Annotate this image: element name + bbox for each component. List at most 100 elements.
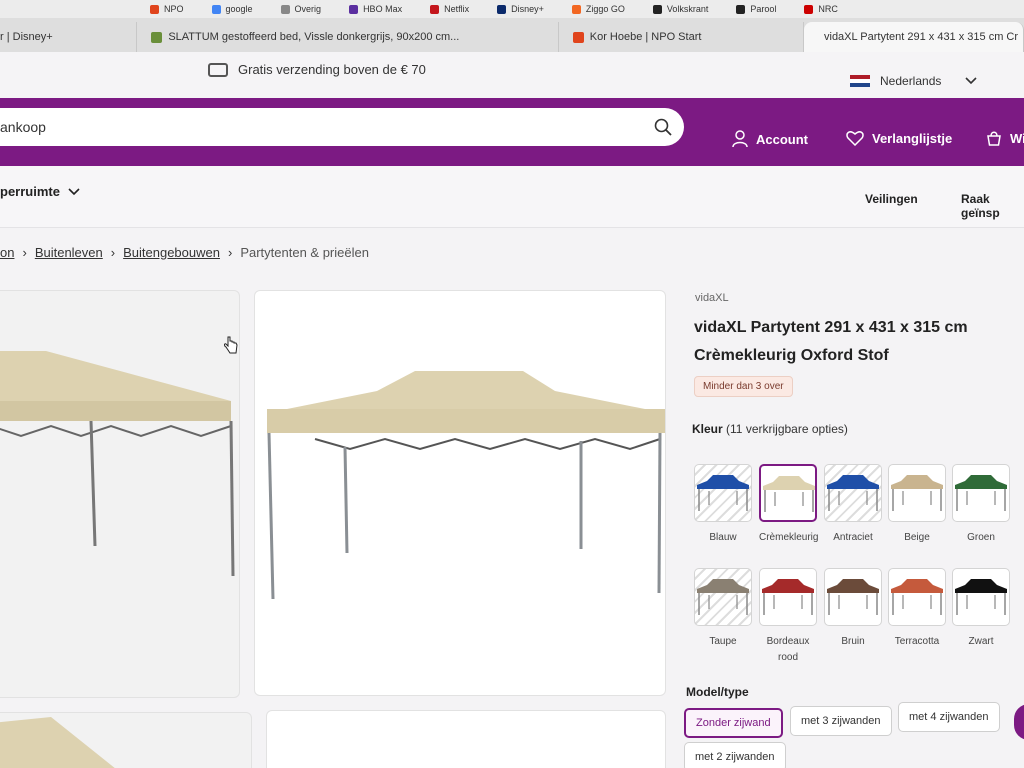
bookmark-label: Netflix (444, 4, 470, 14)
model-option-button[interactable]: met 2 zijwanden (684, 742, 786, 768)
bookmark-item[interactable]: Ziggo GO (571, 4, 625, 14)
bookmark-item[interactable]: Disney+ (497, 4, 544, 14)
bookmark-item[interactable]: Overig (280, 4, 322, 14)
bookmarks-bar: NPO google Overig HBO Max Netflix Disney+ Zigg… (0, 0, 1024, 18)
swatch-image (888, 464, 946, 522)
bookmark-favicon-icon (497, 4, 507, 14)
account-label: Account (756, 131, 808, 147)
tab-title: r | Disney+ (0, 31, 53, 43)
swatch-image (824, 464, 882, 522)
swatch-label: Beige (904, 532, 930, 543)
bookmark-item[interactable]: HBO Max (349, 4, 402, 14)
bookmark-favicon-icon (571, 4, 581, 14)
auctions-link[interactable]: Veilingen (865, 192, 918, 206)
bookmark-item[interactable]: NRC (804, 4, 838, 14)
bookmark-item[interactable]: NPO (150, 4, 184, 14)
bookmark-label: NPO (164, 4, 184, 14)
color-swatch[interactable]: Blauw (694, 464, 752, 546)
tent-image (267, 371, 665, 600)
swatch-image (694, 568, 752, 626)
browser-tab[interactable]: r | Disney+ (0, 22, 138, 52)
truck-icon (208, 62, 228, 77)
swatch-label: Taupe (709, 636, 737, 647)
color-swatch[interactable]: Bordeaux rood (759, 568, 817, 666)
model-option-button[interactable]: met 4 zijwanden (898, 702, 1000, 732)
product-image-thumbnail-2[interactable] (0, 712, 252, 768)
tab-favicon-icon (151, 31, 163, 43)
category-nav: perruimte Veilingen Raak geïnsp (0, 166, 1024, 228)
category-label: perruimte (0, 184, 60, 199)
basket-icon (987, 131, 1001, 146)
inspire-link[interactable]: Raak geïnsp (961, 192, 1024, 220)
swatch-label: Blauw (709, 532, 737, 543)
breadcrumb-link[interactable]: on (0, 245, 14, 260)
heart-icon (846, 131, 864, 146)
bookmark-item[interactable]: Netflix (430, 4, 469, 14)
color-swatch[interactable]: Taupe (694, 568, 752, 650)
search-icon[interactable] (654, 118, 672, 136)
tent-thumbnail-icon (697, 579, 749, 615)
tent-thumbnail-icon (763, 476, 815, 512)
color-heading: Kleur (11 verkrijgbare opties) (692, 422, 848, 436)
breadcrumb-separator: › (227, 245, 233, 260)
bookmark-item[interactable]: Volkskrant (652, 4, 708, 14)
model-option-button[interactable]: Zonder zijwand (684, 708, 783, 738)
product-brand[interactable]: vidaXL (695, 292, 729, 304)
color-swatch[interactable]: Bruin (824, 568, 882, 650)
color-swatch[interactable]: Zwart (952, 568, 1010, 650)
product-image-main[interactable] (254, 290, 666, 696)
tent-thumbnail-icon (891, 579, 943, 615)
dutch-flag-icon (850, 74, 870, 88)
language-selector[interactable]: Nederlands (850, 74, 977, 88)
color-options-count: (11 verkrijgbare opties) (726, 422, 848, 436)
category-menu[interactable]: perruimte (0, 184, 80, 199)
bookmark-favicon-icon (804, 4, 814, 14)
wishlist-link[interactable]: Verlanglijstje (846, 130, 952, 146)
breadcrumb-link[interactable]: Buitenleven (35, 245, 103, 260)
bookmark-favicon-icon (280, 4, 290, 14)
user-icon (732, 130, 748, 148)
chevron-down-icon (965, 77, 977, 85)
product-image-thumbnail[interactable] (0, 290, 240, 698)
color-swatch[interactable]: Crèmekleurig (759, 464, 819, 546)
color-swatch[interactable]: Beige (888, 464, 946, 546)
bookmark-label: Overig (294, 4, 322, 14)
bookmark-label: NRC (818, 4, 838, 14)
model-option-button[interactable]: met 3 zijwanden (790, 706, 892, 736)
wishlist-label: Verlanglijstje (872, 130, 953, 146)
stock-badge: Minder dan 3 over (694, 376, 793, 397)
browser-tab[interactable]: vidaXL Partytent 291 x 431 x 315 cm Cr (804, 22, 1024, 52)
bookmark-item[interactable]: google (211, 4, 253, 14)
bookmark-item[interactable]: Parool (736, 4, 776, 14)
color-swatch[interactable]: Terracotta (888, 568, 946, 650)
breadcrumb-link[interactable]: Buitengebouwen (123, 245, 220, 260)
account-link[interactable]: Account (732, 130, 808, 148)
tab-title: vidaXL Partytent 291 x 431 x 315 cm Cr (824, 31, 1019, 43)
shipping-notice: Gratis verzending boven de € 70 (208, 62, 426, 77)
color-swatch[interactable]: Groen (952, 464, 1010, 546)
color-swatch[interactable]: Antraciet (824, 464, 882, 546)
model-heading: Model/type (686, 685, 749, 699)
main-header: ankoop Account Verlanglijstje Wi (0, 98, 1024, 166)
bookmark-label: HBO Max (363, 4, 403, 14)
bookmark-label: Disney+ (511, 4, 544, 14)
swatch-label: Antraciet (833, 532, 873, 543)
browser-tab[interactable]: SLATTUM gestoffeerd bed, Vissle donkergr… (137, 22, 559, 52)
swatch-label: Crèmekleurig (759, 532, 819, 543)
breadcrumb-current: Partytenten & prieëlen (240, 245, 369, 260)
product-title-line2: Crèmekleurig Oxford Stof (694, 347, 889, 364)
tent-image (0, 351, 235, 577)
cart-link[interactable]: Wi (986, 130, 1024, 146)
breadcrumb-separator: › (110, 245, 116, 260)
breadcrumb: on › Buitenleven › Buitengebouwen › Partytente… (0, 245, 369, 260)
product-image-thumbnail-3[interactable] (266, 710, 666, 768)
browser-tab[interactable]: Kor Hoebe | NPO Start (559, 22, 804, 52)
bookmark-label: google (225, 4, 253, 14)
tent-thumbnail-icon (955, 579, 1007, 615)
chat-button[interactable] (1014, 704, 1024, 740)
bookmark-label: Parool (750, 4, 777, 14)
search-input[interactable]: ankoop (0, 108, 684, 146)
swatch-image (824, 568, 882, 626)
tent-thumbnail-icon (891, 475, 943, 511)
swatch-label: Zwart (968, 636, 994, 647)
